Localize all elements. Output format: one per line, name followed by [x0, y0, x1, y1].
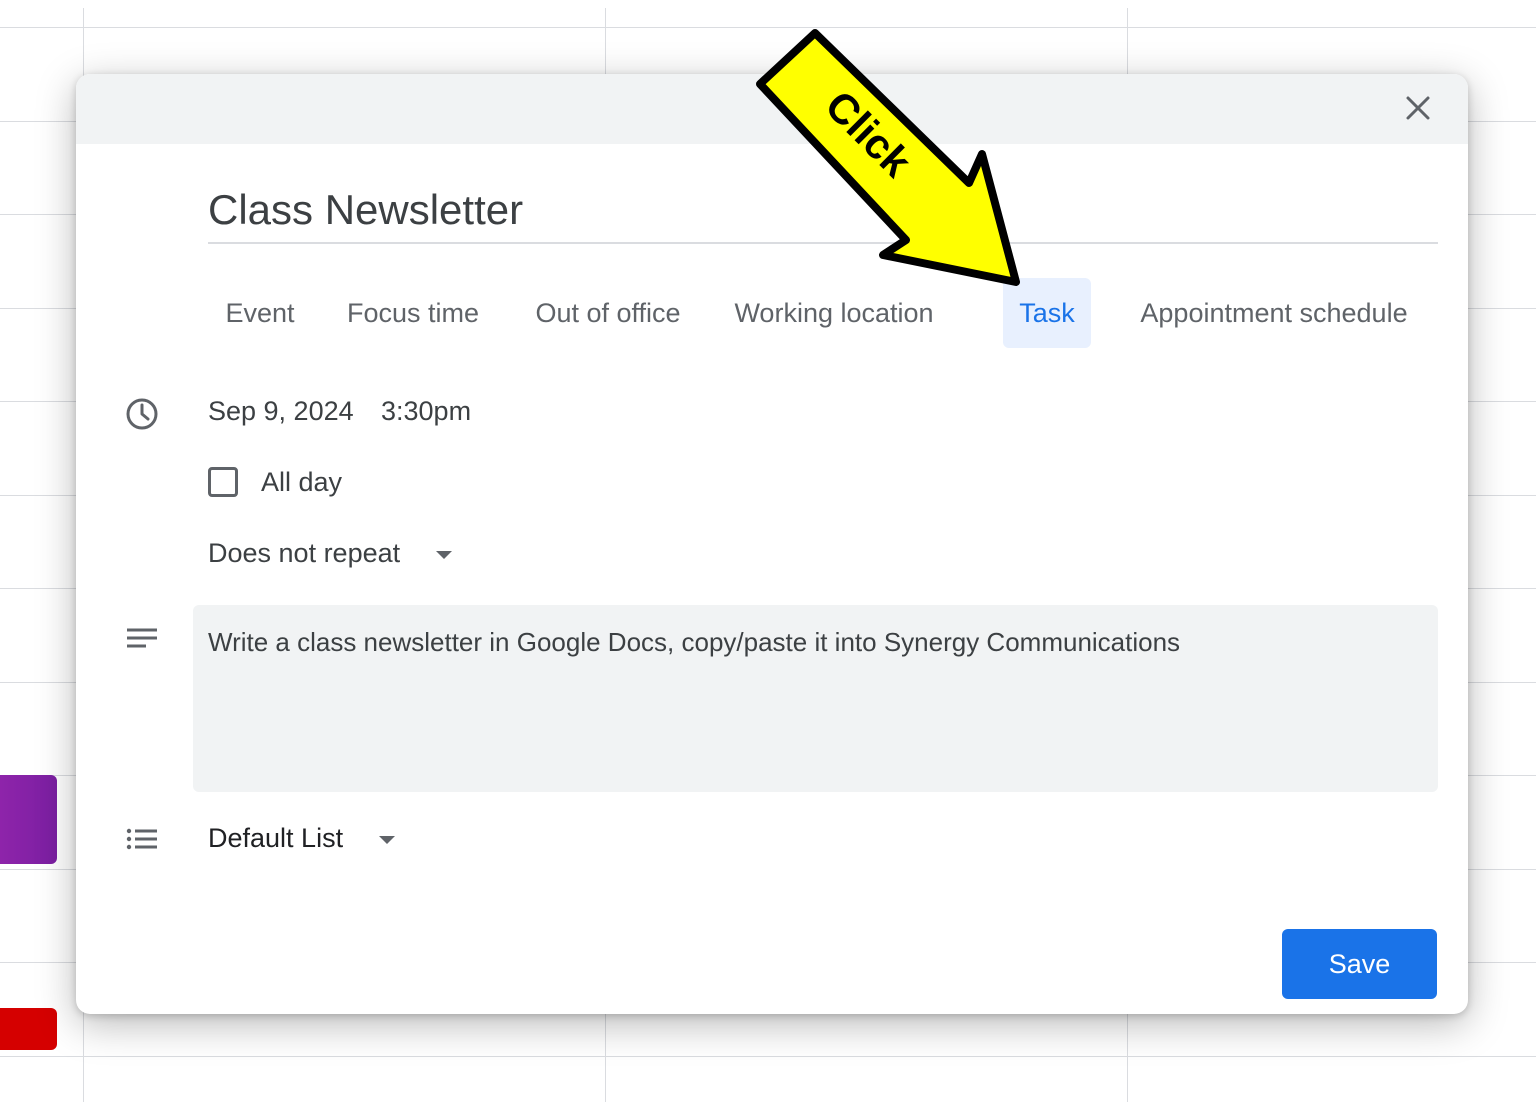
grid-line [0, 1056, 1536, 1057]
calendar-event-red[interactable] [0, 1008, 57, 1050]
tab-focus-time[interactable]: Focus time [326, 278, 500, 348]
time-picker[interactable]: 3:30pm [381, 396, 471, 427]
repeat-value: Does not repeat [208, 538, 401, 568]
repeat-dropdown[interactable]: Does not repeat [208, 538, 453, 574]
tab-working-location[interactable]: Working location [714, 278, 954, 348]
quick-create-dialog: Event Focus time Out of office Working l… [76, 74, 1468, 1014]
title-input[interactable] [208, 178, 1438, 244]
tab-out-of-office[interactable]: Out of office [514, 278, 702, 348]
grid-line [0, 27, 1536, 28]
dropdown-arrow-icon [379, 835, 396, 844]
task-list-icon [124, 826, 160, 859]
description-text: Write a class newsletter in Google Docs,… [208, 627, 1181, 657]
task-list-dropdown[interactable]: Default List [208, 823, 396, 854]
date-picker[interactable]: Sep 9, 2024 [208, 396, 354, 427]
task-list-value: Default List [208, 823, 344, 853]
tab-appointment-schedule[interactable]: Appointment schedule [1114, 278, 1434, 348]
dialog-header [76, 74, 1468, 144]
tab-task[interactable]: Task [1003, 278, 1091, 348]
description-icon [124, 625, 160, 660]
calendar-event-purple[interactable] [0, 775, 57, 864]
close-button[interactable] [1400, 90, 1436, 126]
tab-event[interactable]: Event [208, 278, 312, 348]
all-day-label: All day [261, 467, 343, 497]
close-icon [1406, 96, 1430, 120]
description-field[interactable]: Write a class newsletter in Google Docs,… [193, 605, 1438, 792]
dropdown-arrow-icon [436, 550, 453, 559]
all-day-checkbox[interactable] [208, 467, 238, 497]
save-button[interactable]: Save [1282, 929, 1437, 999]
clock-icon [124, 396, 160, 437]
